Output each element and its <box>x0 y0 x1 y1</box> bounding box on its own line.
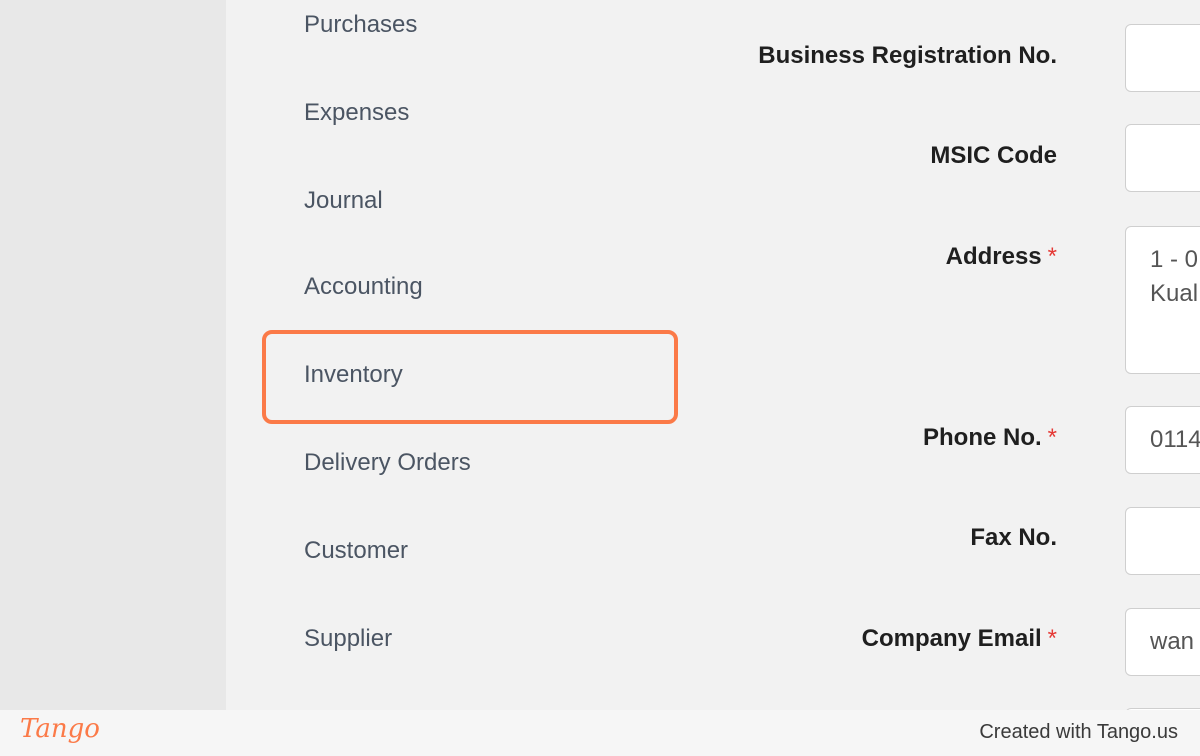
required-asterisk: * <box>1047 424 1057 451</box>
fax-label-text: Fax No. <box>970 524 1057 551</box>
phone-label: Phone No. * <box>923 424 1057 452</box>
menu-item-accounting[interactable]: Accounting <box>304 267 423 307</box>
msic-code-label-text: MSIC Code <box>930 142 1057 169</box>
business-registration-input[interactable] <box>1125 24 1200 92</box>
left-panel <box>0 0 226 710</box>
company-email-label-text: Company Email <box>861 625 1042 652</box>
business-registration-label: Business Registration No. <box>758 42 1057 70</box>
menu-item-expenses[interactable]: Expenses <box>304 93 409 133</box>
business-registration-label-text: Business Registration No. <box>758 42 1057 69</box>
menu-item-supplier[interactable]: Supplier <box>304 619 392 659</box>
address-textarea[interactable]: 1 - 0 Kual <box>1125 226 1200 374</box>
address-label: Address * <box>946 243 1057 271</box>
phone-input[interactable]: 0114 <box>1125 406 1200 474</box>
created-with-credit: Created with Tango.us <box>979 721 1178 743</box>
company-email-input[interactable]: wan <box>1125 608 1200 676</box>
footer-bar: Tango Created with Tango.us <box>0 710 1200 756</box>
menu-item-inventory[interactable]: Inventory <box>304 355 403 395</box>
tango-logo: Tango <box>20 714 100 744</box>
required-asterisk: * <box>1047 625 1057 652</box>
required-asterisk: * <box>1047 243 1057 270</box>
menu-item-journal[interactable]: Journal <box>304 181 383 221</box>
fax-label: Fax No. <box>970 524 1057 552</box>
fax-input[interactable] <box>1125 507 1200 575</box>
company-email-label: Company Email * <box>862 625 1057 653</box>
address-label-text: Address <box>945 243 1042 270</box>
menu-item-purchases[interactable]: Purchases <box>304 5 417 45</box>
menu-item-delivery-orders[interactable]: Delivery Orders <box>304 443 471 483</box>
msic-code-label: MSIC Code <box>930 142 1057 170</box>
phone-label-text: Phone No. <box>922 424 1042 451</box>
menu-item-customer[interactable]: Customer <box>304 531 408 571</box>
msic-code-input[interactable] <box>1125 124 1200 192</box>
